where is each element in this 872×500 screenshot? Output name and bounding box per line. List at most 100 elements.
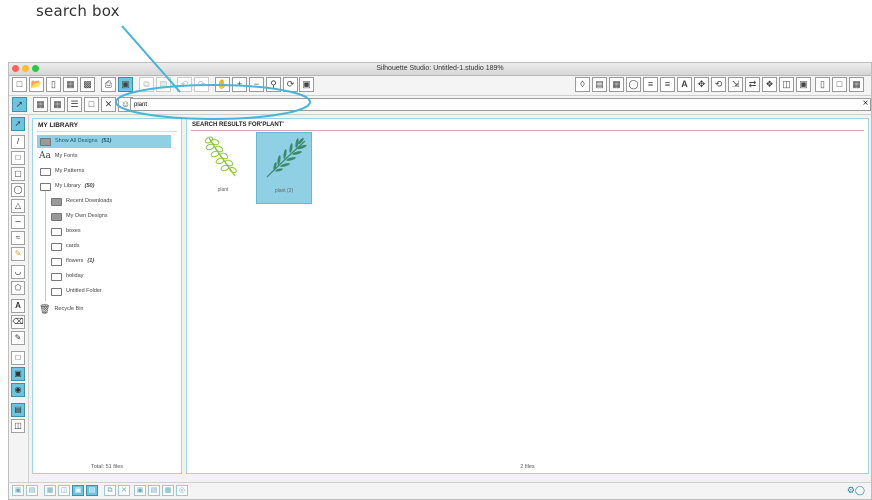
- select-arrow-icon[interactable]: ➚: [11, 117, 25, 131]
- fill-color-icon[interactable]: ◊: [575, 77, 590, 92]
- item-label: holiday: [66, 273, 84, 279]
- pentagon-tool-icon[interactable]: ⬠: [11, 281, 25, 295]
- fill-gradient-icon[interactable]: ▤: [592, 77, 607, 92]
- library-item-my-own-designs[interactable]: My Own Designs: [47, 210, 108, 223]
- window-controls: [12, 65, 39, 72]
- library-view-icon[interactable]: ▦: [33, 97, 48, 112]
- close-window-button[interactable]: [12, 65, 19, 72]
- compound-path-icon[interactable]: ▦: [44, 485, 56, 496]
- line-tool-icon[interactable]: /: [11, 135, 25, 149]
- tree-connector: [45, 191, 46, 301]
- library-item-recent-downloads[interactable]: Recent Downloads: [47, 195, 112, 208]
- line-style-icon[interactable]: ≡: [643, 77, 658, 92]
- duplicate-icon[interactable]: ⧉: [104, 485, 116, 496]
- rectangle-tool-icon[interactable]: □: [11, 151, 25, 165]
- arc-tool-icon[interactable]: ◡: [11, 265, 25, 279]
- results-divider: [191, 130, 864, 131]
- open-button[interactable]: 📂: [29, 77, 44, 92]
- page-panel-icon[interactable]: □: [11, 351, 25, 365]
- trace-icon[interactable]: ▦: [162, 485, 174, 496]
- result-thumbnail-selected[interactable]: plant (2): [256, 132, 312, 204]
- fit-to-page-icon[interactable]: ▣: [299, 77, 314, 92]
- align-icon[interactable]: ❖: [762, 77, 777, 92]
- library-item-show-all[interactable]: Show All Designs (51): [37, 135, 171, 148]
- eraser-tool-icon[interactable]: ⌫: [11, 315, 25, 329]
- text-tool-icon[interactable]: A: [11, 299, 25, 313]
- library-item-boxes[interactable]: boxes: [47, 225, 81, 238]
- delete-selection-icon[interactable]: ✕: [118, 485, 130, 496]
- replicate-icon[interactable]: ◫: [779, 77, 794, 92]
- text-style-icon[interactable]: A: [677, 77, 692, 92]
- registration-icon[interactable]: □: [832, 77, 847, 92]
- line-weight-icon[interactable]: ≡: [660, 77, 675, 92]
- new-window-button[interactable]: ▯: [46, 77, 61, 92]
- online-store-icon[interactable]: ◉: [11, 383, 25, 397]
- zoom-out-icon[interactable]: −: [249, 77, 264, 92]
- select-tool-icon[interactable]: ➚: [12, 97, 27, 112]
- results-header: SEARCH RESULTS FOR'PLANT': [192, 122, 284, 128]
- group-icon[interactable]: ▣: [12, 485, 24, 496]
- page-setup-icon[interactable]: ▯: [815, 77, 830, 92]
- library-item-my-fonts[interactable]: Aa My Fonts: [37, 150, 78, 163]
- freehand-tool-icon[interactable]: ≈: [11, 231, 25, 245]
- library-item-cards[interactable]: cards: [47, 240, 79, 253]
- zoom-drag-icon[interactable]: ⟳: [283, 77, 298, 92]
- rounded-rect-tool-icon[interactable]: ▢: [11, 167, 25, 181]
- offset-icon[interactable]: ▤: [148, 485, 160, 496]
- rotate-icon[interactable]: ⟲: [711, 77, 726, 92]
- ungroup-icon[interactable]: ▤: [26, 485, 38, 496]
- weld-icon[interactable]: ▣: [134, 485, 146, 496]
- settings-gear-icon[interactable]: ⚙◯: [847, 485, 865, 496]
- minimize-window-button[interactable]: [22, 65, 29, 72]
- knife-tool-icon[interactable]: ✎: [11, 331, 25, 345]
- library-item-flowers[interactable]: flowers (1): [47, 255, 94, 268]
- pencil-tool-icon[interactable]: ✎: [11, 247, 25, 261]
- fonts-icon: Aa: [39, 151, 51, 161]
- left-toolbar: ➚ / □ ▢ ◯ △ ∽ ≈ ✎ ◡ ⬠ A ⌫ ✎ □ ▣ ◉ ▤ ◫: [9, 115, 29, 483]
- paste-button[interactable]: ▤: [156, 77, 171, 92]
- library-panel: MY LIBRARY Show All Designs (51) Aa My F…: [32, 118, 182, 474]
- library-item-holiday[interactable]: holiday: [47, 270, 83, 283]
- undo-button[interactable]: ↶: [177, 77, 192, 92]
- ellipse-tool-icon[interactable]: ◯: [11, 183, 25, 197]
- search-input[interactable]: [130, 98, 871, 111]
- list-view-icon[interactable]: ☰: [67, 97, 82, 112]
- print-button[interactable]: ⎙: [101, 77, 116, 92]
- scale-icon[interactable]: ⇲: [728, 77, 743, 92]
- nest-icon[interactable]: ▣: [796, 77, 811, 92]
- layout-panel-icon[interactable]: ▤: [11, 403, 25, 417]
- copy-button[interactable]: ⧉: [139, 77, 154, 92]
- release-compound-icon[interactable]: ◫: [58, 485, 70, 496]
- zoom-in-icon[interactable]: +: [232, 77, 247, 92]
- polygon-tool-icon[interactable]: △: [11, 199, 25, 213]
- line-color-icon[interactable]: ◯: [626, 77, 641, 92]
- item-count: (1): [87, 258, 95, 264]
- library-panel-icon[interactable]: ▣: [11, 367, 25, 381]
- delete-icon[interactable]: ✕: [101, 97, 116, 112]
- split-view-icon[interactable]: ◫: [11, 419, 25, 433]
- move-icon[interactable]: ⇄: [745, 77, 760, 92]
- transform-icon[interactable]: ✥: [694, 77, 709, 92]
- cut-settings-icon[interactable]: ▦: [849, 77, 864, 92]
- target-icon[interactable]: ◎: [176, 485, 188, 496]
- redo-button[interactable]: ↷: [194, 77, 209, 92]
- icon-view-icon[interactable]: ▦: [50, 97, 65, 112]
- send-to-back-icon[interactable]: ▤: [86, 485, 98, 496]
- library-button[interactable]: ▣: [118, 77, 133, 92]
- zoom-select-icon[interactable]: ⚲: [266, 77, 281, 92]
- zoom-window-button[interactable]: [32, 65, 39, 72]
- pan-hand-icon[interactable]: ✋: [215, 77, 230, 92]
- new-folder-icon[interactable]: □: [84, 97, 99, 112]
- library-item-my-patterns[interactable]: My Patterns: [37, 165, 84, 178]
- clear-search-icon[interactable]: ×: [861, 98, 870, 110]
- library-item-untitled-folder[interactable]: Untitled Folder: [47, 285, 102, 298]
- new-document-button[interactable]: □: [12, 77, 27, 92]
- result-thumbnail[interactable]: plant: [195, 132, 251, 204]
- fill-pattern-icon[interactable]: ▦: [609, 77, 624, 92]
- save-as-button[interactable]: ▩: [80, 77, 95, 92]
- library-item-recycle-bin[interactable]: 🗑 Recycle Bin: [37, 303, 83, 316]
- curve-tool-icon[interactable]: ∽: [11, 215, 25, 229]
- save-button[interactable]: ▦: [63, 77, 78, 92]
- bring-to-front-icon[interactable]: ▣: [72, 485, 84, 496]
- item-label: My Library: [55, 183, 81, 189]
